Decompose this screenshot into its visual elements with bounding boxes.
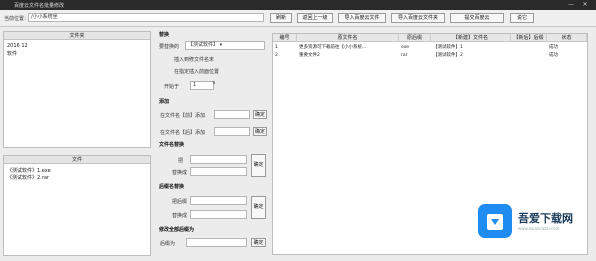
add-back-input[interactable]	[214, 127, 250, 136]
watermark-logo-icon	[478, 204, 512, 238]
table-cell: 更多资源可下载前往【小小系统...	[299, 45, 367, 50]
table-cell	[511, 52, 547, 59]
folder-item[interactable]: 软件	[7, 50, 17, 57]
file-panel: 文件 《测试软件》1.exe 《测试软件》2.rar	[3, 155, 151, 256]
path-label: 当前位置：	[4, 16, 30, 22]
column-header[interactable]: 原后缀	[399, 34, 431, 42]
path-input[interactable]: /小小系统坐	[28, 13, 264, 22]
import-file-button[interactable]: 导入百度云文件	[338, 13, 386, 23]
file-replace-with-input[interactable]	[190, 167, 247, 176]
all-suffix-label: 后缀为	[160, 241, 176, 247]
add-front-input[interactable]	[214, 110, 250, 119]
section-add: 添加	[159, 99, 170, 105]
section-file-replace: 文件名替换	[159, 142, 185, 148]
file-replace-with-label: 替换成	[172, 170, 188, 176]
file-item[interactable]: 《测试软件》2.rar	[7, 174, 49, 181]
table-cell: 重要文件2	[299, 53, 320, 58]
folder-panel: 文件夹 2016 12 软件	[3, 31, 151, 148]
back-button[interactable]: 返回上一级	[297, 13, 333, 23]
window-title: 百度云文件名批量修改	[14, 3, 65, 9]
ext-replace-with-input[interactable]	[190, 210, 247, 219]
table-cell: rar	[401, 53, 408, 58]
start-count-input[interactable]: 1	[190, 81, 214, 90]
submit-button[interactable]: 提交百度云	[450, 13, 504, 23]
path-value: /小小系统坐	[31, 14, 58, 20]
toolbar: 当前位置： /小小系统坐 刷新 返回上一级 导入百度云文件 导入百度云文件夹 提…	[0, 10, 596, 27]
minimize-icon[interactable]: —	[566, 1, 576, 9]
add-back-button[interactable]: 确定	[253, 127, 267, 136]
folder-panel-header: 文件夹	[4, 32, 150, 40]
file-replace-find-input[interactable]	[190, 155, 247, 164]
import-folder-button[interactable]: 导入百度云文件夹	[391, 13, 445, 23]
table-cell: 1	[275, 45, 278, 50]
ext-replace-with-label: 替换成	[172, 213, 188, 219]
file-replace-find-label: 把	[178, 158, 184, 164]
column-header[interactable]: 原文件名	[297, 34, 399, 42]
watermark-text: 吾爱下载网	[518, 212, 573, 225]
all-suffix-input[interactable]	[186, 238, 247, 247]
file-item[interactable]: 《测试软件》1.exe	[7, 167, 51, 174]
close-icon[interactable]: ✕	[580, 1, 590, 9]
title-bar: 百度云文件名批量修改 — ✕	[0, 0, 596, 10]
add-back-label: 在文件名【后】添加	[160, 130, 206, 136]
table-cell: 2	[275, 53, 278, 58]
option-insert-tail[interactable]: 插入到修文件名末	[174, 56, 214, 63]
table-cell: 成功	[549, 53, 558, 58]
file-panel-header: 文件	[4, 156, 150, 164]
ext-replace-find-label: 把后缀	[172, 199, 188, 205]
section-replace: 替换	[159, 32, 170, 38]
file-replace-button[interactable]: 确定	[251, 154, 266, 177]
column-header[interactable]: 编号	[273, 34, 297, 42]
table-cell: exe	[401, 45, 409, 50]
table-cell: 成功	[549, 45, 558, 50]
replace-mode-label: 要替换的	[159, 44, 180, 50]
table-cell: 【测试软件】2	[433, 53, 463, 58]
ext-replace-find-input[interactable]	[190, 196, 247, 205]
option-insert-position[interactable]: 在指定插入前面位置	[174, 68, 219, 75]
folder-item[interactable]: 2016 12	[7, 43, 28, 49]
start-count-label: 开始于	[164, 84, 180, 90]
column-header[interactable]: 【新建】文件名	[431, 34, 511, 42]
add-front-button[interactable]: 确定	[253, 110, 267, 119]
table-cell: 【测试软件】1	[433, 45, 463, 50]
add-front-label: 在文件名【前】添加	[160, 113, 206, 119]
table-cell	[511, 44, 547, 51]
section-all-suffix: 修改全部后缀为	[159, 227, 195, 233]
section-ext-replace: 后缀名替换	[159, 184, 185, 190]
all-suffix-button[interactable]: 确定	[251, 238, 266, 247]
refresh-button[interactable]: 刷新	[270, 13, 292, 23]
replace-mode-select[interactable]: 【测试软件】 ▾	[185, 41, 265, 50]
about-button[interactable]: 说它	[510, 13, 534, 23]
ext-replace-button[interactable]: 确定	[251, 196, 266, 219]
watermark-url: www.wuaixiazai.com	[518, 226, 560, 231]
column-header[interactable]: 【新后】后缀	[511, 34, 547, 42]
stepper-arrows-icon[interactable]: ⇅	[212, 80, 215, 85]
column-header[interactable]: 状态	[547, 34, 587, 42]
